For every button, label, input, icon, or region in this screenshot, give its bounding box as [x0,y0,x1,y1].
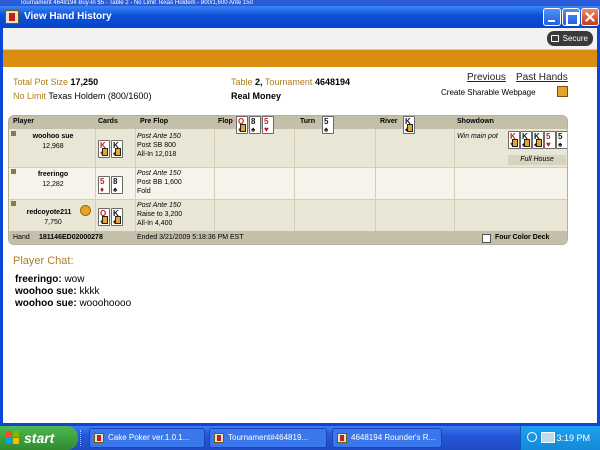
past-hands-link[interactable]: Past Hands [516,72,568,83]
table-header: Player Cards Pre Flop Flop Turn River Sh… [9,116,567,129]
table-row [9,199,567,231]
playing-card: K♥ [508,131,520,149]
playing-card: Q♦ [98,208,110,226]
game-type: No Limit Texas Holdem (800/1600) [13,91,152,101]
taskbar-item[interactable]: Cake Poker ver.1.0.1... [89,428,205,448]
share-icon[interactable] [557,86,568,97]
window-title: View Hand History [24,11,112,22]
face-card-art [407,124,413,132]
face-card-art [115,148,121,156]
col-river: River [380,118,398,125]
row-marker [11,201,16,206]
player-chips: 7,750 [44,219,62,226]
preflop-actions: Post Ante 150 Raise to 3,200 All-In 4,40… [137,202,183,227]
col-turn: Turn [300,118,316,125]
face-card-art [115,216,121,224]
secure-label: Secure [562,34,588,43]
hand-ended-time: Ended 3/21/2009 5:18:36 PM EST [137,234,244,241]
preflop-actions: Post Ante 150 Post BB 1,600 Fold [137,170,182,195]
player-chips: 12,282 [42,181,64,188]
minimize-button[interactable] [543,8,561,26]
playing-card: K♠ [520,131,532,149]
table-footer: Hand 181146ED02000278 Ended 3/21/2009 5:… [9,231,567,244]
chat-line: woohoo sue: woooh​oooo [15,298,132,309]
maximize-button[interactable] [562,8,580,26]
close-button[interactable] [581,8,599,26]
money-type: Real Money [231,91,282,101]
dealer-button-icon [80,205,91,216]
playing-card: 5 ♥ [262,116,274,134]
face-card-art [524,139,530,147]
win-main-pot-label: Win main pot [457,133,498,140]
playing-card: 8 ♠ [111,176,123,194]
clock: 3:19 PM [556,433,590,443]
network-icon[interactable] [541,432,555,443]
app-icon [337,433,347,443]
player-chips: 12,968 [42,143,64,150]
playing-card: Q♦ [236,116,248,134]
player-name: woohoo sue [32,133,74,140]
tray-arrow-icon[interactable] [527,432,537,442]
hand-label: Hand [13,234,30,241]
taskbar-item[interactable]: 4648194 Rounder's R... [332,428,442,448]
app-icon [5,10,19,24]
face-card-art [102,148,108,156]
taskbar: start Cake Poker ver.1.0.1... Tournament… [0,426,600,450]
playing-card: K♣ [403,116,415,134]
playing-card: 5 ♦ [98,176,110,194]
playing-card: K♥ [98,140,110,158]
playing-card: K♠ [111,208,123,226]
pot-size: Total Pot Size 17,250 [13,77,99,87]
table-row [9,167,567,199]
system-tray: 3:19 PM [520,426,600,450]
playing-card: 5 ♠ [322,116,334,134]
start-button[interactable]: start [0,426,78,450]
col-player: Player [13,118,35,125]
previous-link[interactable]: Previous [467,72,506,83]
playing-card: 8 ♠ [249,116,261,134]
playing-card: 5 ♠ [556,131,567,149]
address-bar: Secure [3,28,597,50]
hand-rank-label: Full House [508,155,566,165]
app-icon [94,433,104,443]
windows-logo-icon [6,431,20,445]
face-card-art [536,139,542,147]
face-card-art [102,216,108,224]
playing-card: K♣ [532,131,544,149]
taskbar-item[interactable]: Tournament#464819... [209,428,327,448]
table-info: Table 2, Tournament 4648194 [231,77,350,87]
title-bar[interactable]: View Hand History [0,6,600,28]
player-name: redcoyote211 [26,209,72,216]
player-chat-heading: Player Chat: [13,255,74,267]
col-cards: Cards [98,118,118,125]
header-banner [3,50,597,67]
four-color-deck-label: Four Color Deck [495,234,550,241]
playing-card: K♠ [111,140,123,158]
col-showdown: Showdown [457,118,494,125]
share-webpage-link[interactable]: Create Sharable Webpage [441,88,536,97]
col-flop: Flop [218,118,233,125]
four-color-deck-checkbox[interactable] [482,234,491,243]
face-card-art [240,124,246,132]
hand-table: Player Cards Pre Flop Flop Turn River Sh… [8,115,568,245]
lock-icon [550,35,559,42]
app-icon [214,433,224,443]
playing-card: 5 ♥ [544,131,556,149]
hand-id: 181146ED02000278 [39,234,103,241]
secure-badge: Secure [546,31,593,46]
chat-line: freeringo: wow [15,274,85,285]
preflop-actions: Post Ante 150 Post SB 800 All-In 12,018 [137,133,181,158]
chat-line: woohoo sue: kkkk [15,286,100,297]
player-name: freeringo [37,171,69,178]
face-card-art [512,139,518,147]
col-preflop: Pre Flop [140,118,169,125]
